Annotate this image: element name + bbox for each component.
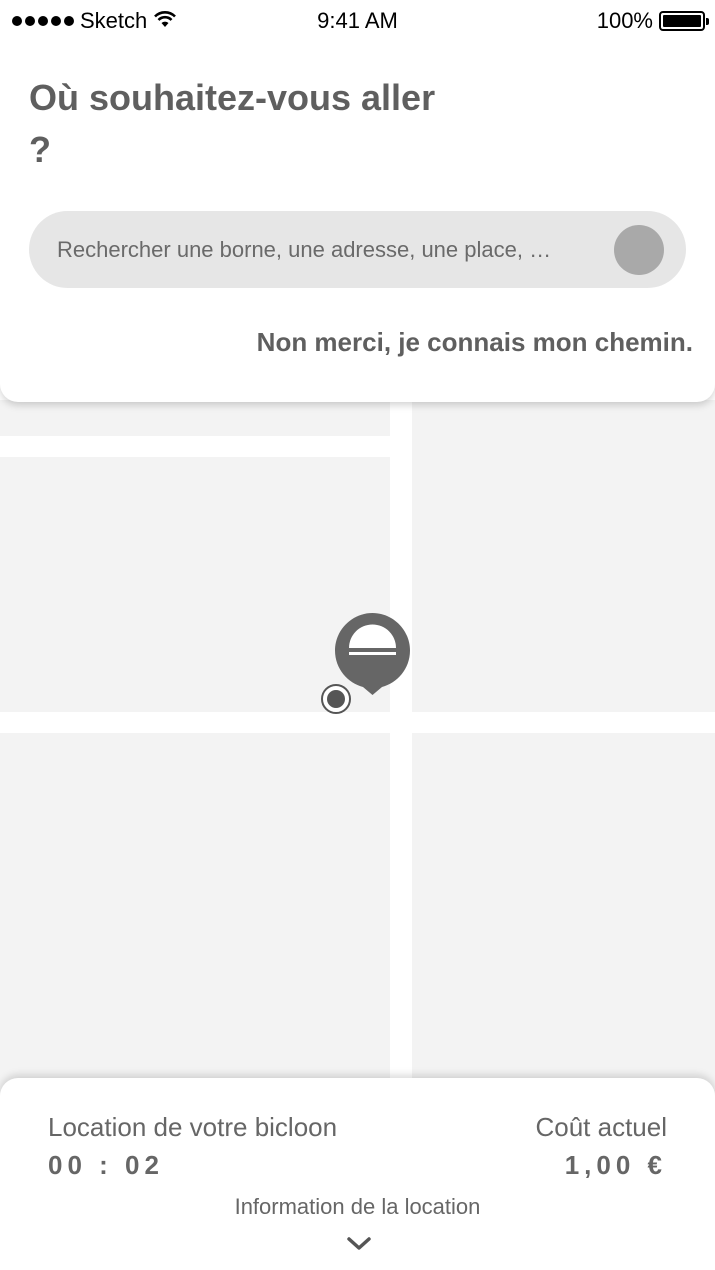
rental-panel[interactable]: Location de votre bicloon 00 : 02 Coût a… <box>0 1078 715 1270</box>
cost-value: 1,00 € <box>564 1150 667 1180</box>
battery-percentage: 100% <box>596 8 653 33</box>
station-marker-icon[interactable] <box>335 613 410 695</box>
rental-label: Location de votre bicloon <box>48 1112 338 1142</box>
search-button-icon[interactable] <box>614 225 664 275</box>
map-block <box>412 400 715 712</box>
map-block <box>412 733 715 1093</box>
status-bar: Sketch 9:41 AM 100% <box>0 0 715 42</box>
map-block <box>0 400 390 436</box>
search-bar[interactable] <box>29 211 686 288</box>
rental-info-toggle[interactable]: Information de la location <box>0 1194 715 1220</box>
skip-navigation-link[interactable]: Non merci, je connais mon chemin. <box>257 327 693 358</box>
chevron-down-icon[interactable] <box>347 1236 371 1252</box>
destination-card: Où souhaitez-vous aller ? Non merci, je … <box>0 42 715 402</box>
current-location-icon <box>321 684 351 714</box>
search-input[interactable] <box>57 211 617 288</box>
status-right: 100% <box>596 8 709 34</box>
map-block <box>0 457 390 712</box>
current-location-core <box>327 690 345 708</box>
battery-icon <box>659 11 709 31</box>
page-title: Où souhaitez-vous aller ? <box>29 77 436 170</box>
cost-label: Coût actuel <box>535 1112 667 1142</box>
rental-duration: 00 : 02 <box>48 1150 164 1180</box>
map-block <box>0 733 390 1093</box>
